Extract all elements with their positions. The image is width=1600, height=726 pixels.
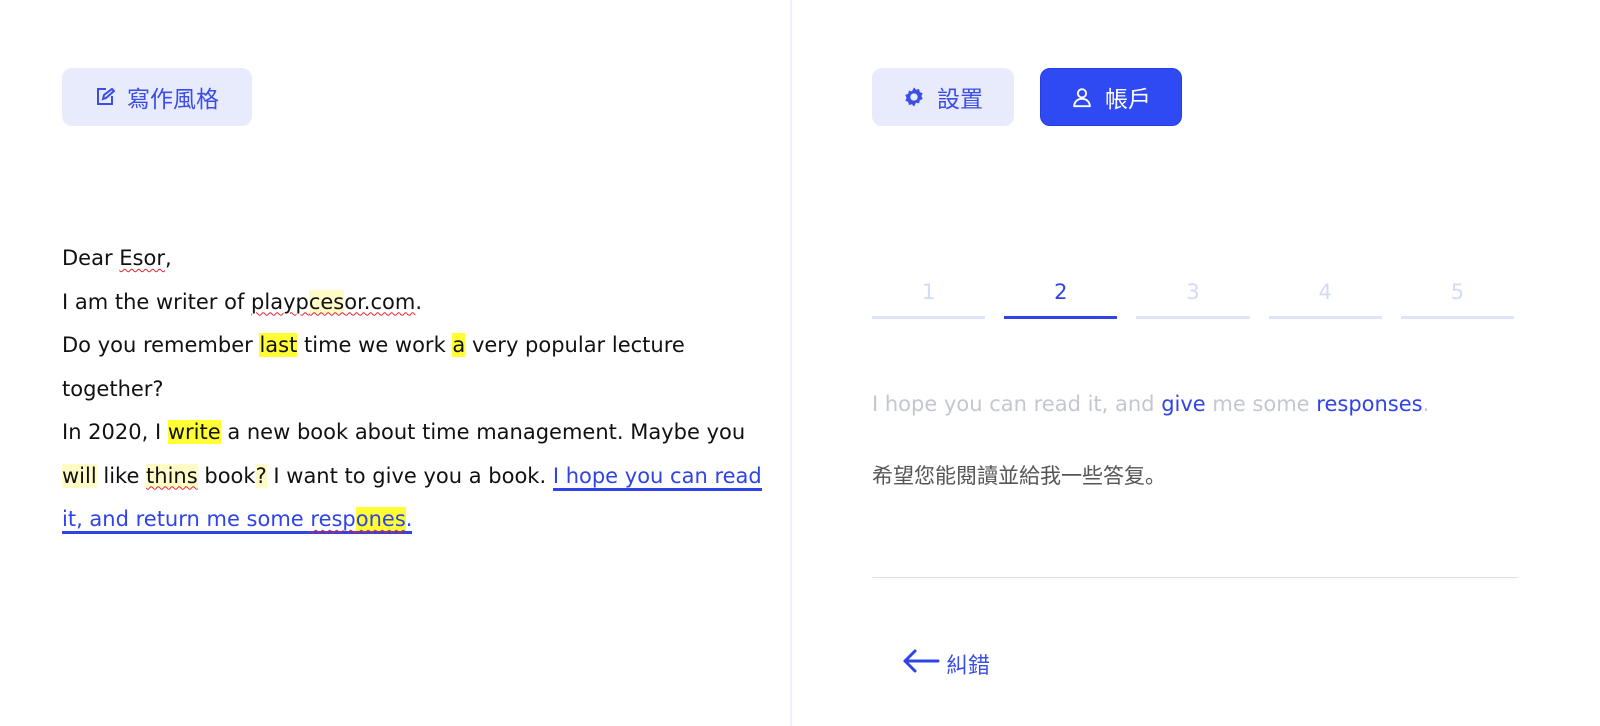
- settings-button[interactable]: 設置: [872, 68, 1014, 126]
- grammar-highlight[interactable]: a: [452, 333, 466, 357]
- grammar-highlight[interactable]: will: [62, 463, 97, 488]
- writing-style-button[interactable]: 寫作風格: [62, 68, 252, 126]
- step-tab-4[interactable]: 4: [1268, 276, 1382, 319]
- letter-line: I am the writer of playpcesor.com.: [62, 289, 423, 314]
- spelling-error[interactable]: Esor: [119, 246, 165, 270]
- spelling-error[interactable]: thins: [146, 463, 198, 488]
- account-label: 帳戶: [1105, 87, 1151, 113]
- writing-style-label: 寫作風格: [127, 87, 219, 113]
- translation-text: 希望您能閱讀並給我一些答复。: [872, 464, 1166, 488]
- section-divider: [872, 577, 1518, 578]
- edit-icon: [95, 87, 115, 107]
- arrow-left-icon: [902, 648, 940, 680]
- grammar-highlight[interactable]: write: [167, 420, 221, 444]
- letter-line: Do you remember last time we work a very…: [62, 333, 685, 401]
- gear-icon: [903, 86, 925, 108]
- letter-line: Dear Esor,: [62, 246, 172, 270]
- suggested-word[interactable]: give: [1161, 392, 1206, 416]
- back-label: 糾錯: [946, 654, 991, 679]
- letter-text[interactable]: Dear Esor, I am the writer of playpcesor…: [62, 237, 782, 542]
- suggested-sentence[interactable]: I hope you can read it, and give me some…: [872, 388, 1532, 420]
- step-tab-5[interactable]: 5: [1400, 276, 1515, 319]
- editor-pane: 寫作風格 Dear Esor, I am the writer of playp…: [0, 0, 790, 726]
- step-tab-1[interactable]: 1: [872, 276, 986, 319]
- step-tab-3[interactable]: 3: [1136, 276, 1250, 319]
- back-to-correction-link[interactable]: 糾錯: [902, 648, 990, 680]
- spelling-error[interactable]: playpcesor.com: [251, 289, 415, 314]
- grammar-highlight[interactable]: last: [259, 333, 298, 357]
- grammar-highlight[interactable]: ?: [255, 463, 267, 488]
- step-tabs: 1 2 3 4 5: [872, 276, 1515, 322]
- spelling-error[interactable]: respones: [310, 507, 406, 531]
- step-tab-2[interactable]: 2: [1004, 276, 1118, 319]
- settings-label: 設置: [937, 87, 983, 113]
- user-icon: [1071, 86, 1093, 108]
- account-button[interactable]: 帳戶: [1040, 68, 1182, 126]
- letter-line: In 2020, I write a new book about time m…: [62, 411, 782, 542]
- suggested-word[interactable]: responses: [1316, 392, 1422, 416]
